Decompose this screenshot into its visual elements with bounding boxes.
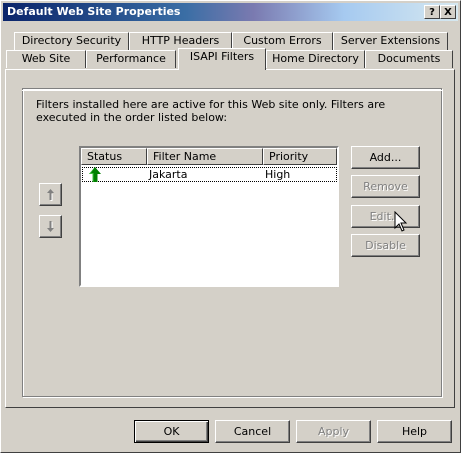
close-title-button[interactable]: X	[440, 5, 456, 19]
move-down-button[interactable]	[39, 215, 62, 238]
help-button[interactable]: Help	[377, 420, 452, 443]
tab-performance[interactable]: Performance	[86, 50, 176, 68]
up-arrow-icon	[47, 189, 54, 201]
move-up-button[interactable]	[39, 183, 62, 206]
tab-web-site[interactable]: Web Site	[6, 50, 86, 68]
edit-button[interactable]: Edit...	[351, 205, 420, 228]
help-title-button[interactable]: ?	[424, 5, 440, 19]
priority-cell: High	[265, 168, 291, 181]
remove-button[interactable]: Remove	[351, 175, 420, 198]
tab-isapi-filters[interactable]: ISAPI Filters	[178, 48, 266, 70]
down-arrow-icon	[47, 221, 54, 232]
filters-list[interactable]: Status Filter Name Priority Jakarta High	[79, 146, 339, 287]
tab-directory-security[interactable]: Directory Security	[14, 32, 129, 50]
tab-documents[interactable]: Documents	[365, 50, 453, 68]
filter-name-cell: Jakarta	[149, 168, 188, 181]
disable-button[interactable]: Disable	[351, 234, 420, 257]
apply-button[interactable]: Apply	[296, 420, 371, 443]
group-box-top-line	[22, 88, 442, 91]
cancel-button[interactable]: Cancel	[215, 420, 290, 443]
table-row[interactable]: Jakarta High	[82, 167, 337, 182]
column-header-priority[interactable]: Priority	[263, 148, 337, 165]
green-up-arrow-icon	[89, 167, 101, 182]
column-header-filter-name[interactable]: Filter Name	[147, 148, 263, 165]
tab-home-directory[interactable]: Home Directory	[266, 50, 365, 68]
title-bar[interactable]: Default Web Site Properties ? X	[3, 3, 458, 21]
ok-button[interactable]: OK	[134, 420, 209, 443]
filters-description: Filters installed here are active for th…	[36, 98, 386, 124]
mouse-cursor-icon	[394, 211, 408, 232]
add-button[interactable]: Add...	[351, 146, 420, 169]
column-header-status[interactable]: Status	[81, 148, 147, 165]
window-title: Default Web Site Properties	[7, 5, 181, 18]
tab-server-extensions[interactable]: Server Extensions	[333, 32, 448, 50]
